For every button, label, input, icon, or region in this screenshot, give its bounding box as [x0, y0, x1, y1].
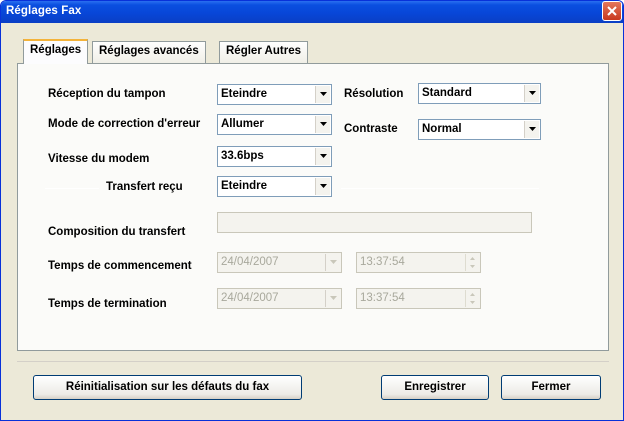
end-time-label: Temps de termination — [48, 298, 167, 310]
chevron-down-icon[interactable] — [315, 178, 330, 195]
tab-reglages[interactable]: Réglages — [23, 39, 89, 64]
chevron-down-icon[interactable] — [315, 148, 330, 165]
forward-received-value: Eteindre — [221, 180, 268, 192]
close-window-button[interactable] — [602, 1, 622, 21]
contrast-label: Contraste — [344, 123, 398, 135]
resolution-select[interactable]: Standard — [418, 83, 541, 104]
ecm-label: Mode de correction d'erreur — [48, 118, 201, 130]
end-date-select[interactable]: 24/04/2007 — [217, 288, 342, 309]
modem-speed-label: Vitesse du modem — [48, 153, 150, 165]
start-time-spinner[interactable]: 13:37:54 — [356, 252, 481, 273]
close-icon — [607, 6, 617, 16]
reset-defaults-button[interactable]: Réinitialisation sur les défauts du fax — [33, 375, 302, 400]
modem-speed-select[interactable]: 33.6bps — [217, 146, 332, 167]
end-date-value: 24/04/2007 — [221, 292, 279, 304]
ecm-value: Allumer — [221, 118, 264, 130]
reception-value: Eteindre — [221, 88, 268, 100]
chevron-down-icon[interactable] — [524, 121, 539, 138]
modem-speed-value: 33.6bps — [221, 150, 264, 162]
chevron-down-icon[interactable] — [325, 254, 340, 271]
separator-right — [341, 188, 539, 189]
save-button[interactable]: Enregistrer — [381, 375, 489, 400]
reception-select[interactable]: Eteindre — [217, 84, 332, 105]
chevron-down-icon[interactable] — [325, 290, 340, 307]
spin-arrows-icon[interactable] — [465, 254, 479, 271]
resolution-value: Standard — [422, 87, 472, 99]
resolution-label: Résolution — [344, 88, 404, 100]
forward-received-select[interactable]: Eteindre — [217, 176, 332, 197]
spin-arrows-icon[interactable] — [465, 290, 479, 307]
end-time-spinner[interactable]: 13:37:54 — [356, 288, 481, 309]
title-bar[interactable]: Réglages Fax — [1, 1, 623, 23]
start-date-value: 24/04/2007 — [221, 256, 279, 268]
ecm-select[interactable]: Allumer — [217, 114, 332, 135]
contrast-select[interactable]: Normal — [418, 119, 541, 140]
chevron-down-icon[interactable] — [524, 85, 539, 102]
close-button[interactable]: Fermer — [501, 375, 601, 400]
start-time-value: 13:37:54 — [360, 256, 405, 268]
start-time-label: Temps de commencement — [48, 260, 192, 272]
forward-dial-label: Composition du transfert — [48, 226, 186, 238]
forward-received-label: Transfert reçu — [106, 181, 183, 193]
reception-label: Réception du tampon — [48, 88, 166, 100]
contrast-value: Normal — [422, 123, 462, 135]
start-date-select[interactable]: 24/04/2007 — [217, 252, 342, 273]
chevron-down-icon[interactable] — [315, 86, 330, 103]
window-title: Réglages Fax — [6, 5, 82, 17]
forward-dial-input[interactable] — [217, 212, 532, 233]
button-area-divider — [17, 361, 609, 362]
end-time-value: 13:37:54 — [360, 292, 405, 304]
tab-regler-autres[interactable]: Régler Autres — [219, 41, 308, 63]
chevron-down-icon[interactable] — [315, 116, 330, 133]
tab-reglages-avances[interactable]: Réglages avancés — [92, 41, 206, 63]
fax-settings-window: Réglages Fax Réglages Réglages avancés R… — [0, 0, 624, 421]
separator-left — [45, 188, 99, 189]
